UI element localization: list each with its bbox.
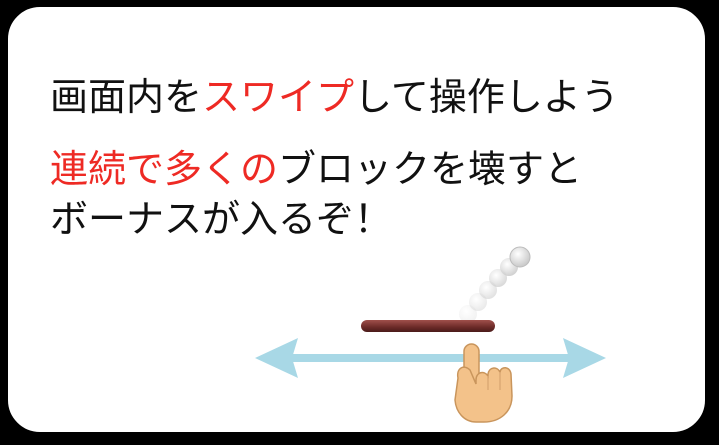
swipe-illustration <box>255 246 606 423</box>
double-arrow-icon <box>255 338 606 378</box>
paddle-icon <box>361 320 495 332</box>
ball-trail-icon <box>459 246 531 323</box>
